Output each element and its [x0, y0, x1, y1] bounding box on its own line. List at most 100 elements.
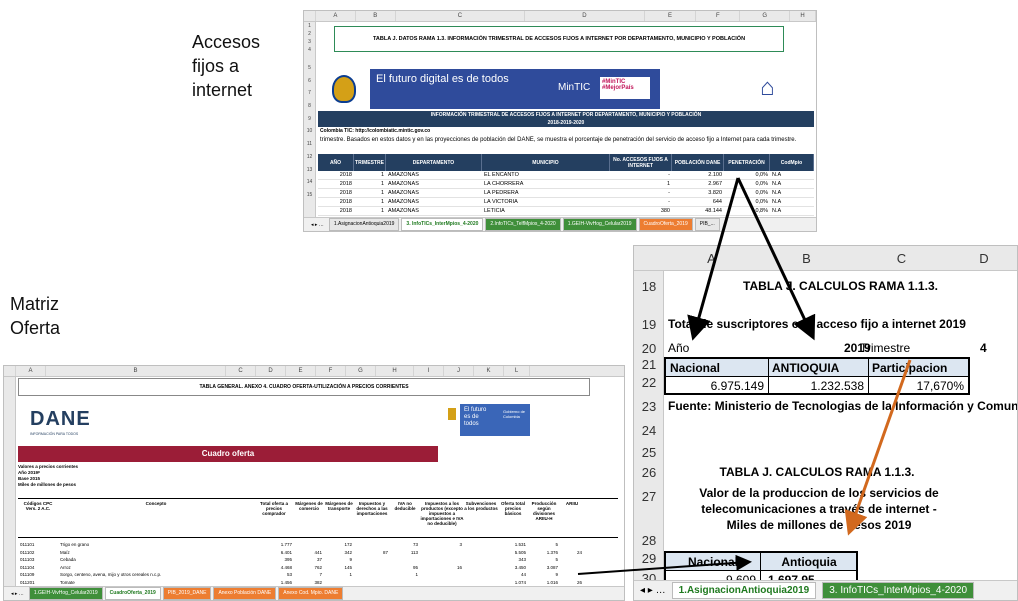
row-header[interactable]: 23: [634, 399, 664, 414]
column-K[interactable]: K: [474, 366, 504, 376]
row-header[interactable]: 10: [304, 125, 315, 138]
column-header-11[interactable]: ARIIU: [560, 501, 584, 506]
table-cell[interactable]: Cebada: [58, 556, 254, 564]
table-cell[interactable]: 1: [354, 189, 386, 197]
table-cell[interactable]: 011201: [18, 579, 58, 587]
table-cell[interactable]: 2.100: [672, 171, 724, 179]
row-header[interactable]: [304, 54, 315, 62]
sheet-tab-3[interactable]: 1.GEIH-VivHog_Celular2019: [562, 218, 637, 231]
table-cell[interactable]: 24: [560, 549, 584, 557]
column-header-2[interactable]: Total oferta a precios comprador: [254, 501, 294, 516]
column-G[interactable]: G: [740, 11, 791, 21]
table-cell[interactable]: [464, 549, 498, 557]
table-cell[interactable]: [464, 541, 498, 549]
table-cell[interactable]: [420, 571, 464, 579]
column-header-1[interactable]: TRIMESTRE: [354, 154, 386, 171]
sheet-tab-4[interactable]: CuadroOferta_2019: [638, 218, 693, 231]
table-cell[interactable]: [560, 564, 584, 572]
row-header[interactable]: 4: [304, 46, 315, 54]
table-cell[interactable]: 37: [294, 556, 324, 564]
table-cell[interactable]: [420, 549, 464, 557]
table-cell[interactable]: 48.144: [672, 207, 724, 215]
sheet-tab-0[interactable]: 1.AsignacionAntioquia2019: [328, 218, 400, 231]
table-cell[interactable]: AMAZONAS: [386, 207, 482, 215]
column-B[interactable]: B: [46, 366, 226, 376]
table-cell[interactable]: 380: [610, 207, 672, 215]
table-cell[interactable]: 1.074: [498, 579, 528, 587]
column-C[interactable]: C: [854, 251, 949, 266]
table-cell[interactable]: 2018: [318, 180, 354, 188]
table-cell[interactable]: [354, 571, 390, 579]
sheet-tab-5[interactable]: PIB_...: [694, 218, 720, 231]
table-cell[interactable]: [420, 556, 464, 564]
table-cell[interactable]: 145: [324, 564, 354, 572]
row-header[interactable]: 18: [634, 279, 664, 294]
row-header[interactable]: 24: [634, 423, 664, 438]
table-cell[interactable]: 53: [254, 571, 294, 579]
table-cell[interactable]: AMAZONAS: [386, 198, 482, 206]
table-cell[interactable]: 0,0%: [724, 189, 770, 197]
table-cell[interactable]: Trigo en grano: [58, 541, 254, 549]
column-D[interactable]: D: [525, 11, 645, 21]
column-F[interactable]: F: [696, 11, 741, 21]
table-cell[interactable]: 4.468: [254, 564, 294, 572]
row-header[interactable]: 26: [634, 465, 664, 480]
column-header-7[interactable]: CodMpio: [770, 154, 814, 171]
sheet-tab-2[interactable]: PIB_2019_DANE: [162, 587, 212, 600]
column-header-4[interactable]: No. ACCESOS FIJOS A INTERNET: [610, 154, 672, 171]
table-cell[interactable]: AMAZONAS: [386, 189, 482, 197]
row-header[interactable]: 7: [304, 87, 315, 100]
table-cell[interactable]: 95: [390, 564, 420, 572]
row-header[interactable]: 11: [304, 138, 315, 151]
row-header[interactable]: 19: [634, 317, 664, 332]
table-cell[interactable]: 2.967: [672, 180, 724, 188]
table-cell[interactable]: [420, 579, 464, 587]
column-header-0[interactable]: Códigos CPC Vers. 2 A.C.: [18, 501, 58, 511]
table-cell[interactable]: 7: [294, 571, 324, 579]
table-cell[interactable]: 3.820: [672, 189, 724, 197]
table-cell[interactable]: 5: [528, 541, 560, 549]
table-cell[interactable]: [324, 579, 354, 587]
table-cell[interactable]: N.A: [770, 189, 814, 197]
table-cell[interactable]: [354, 541, 390, 549]
table-cell[interactable]: [354, 579, 390, 587]
colombiatic-link[interactable]: Colombia TIC: http://colombiatic.mintic.…: [320, 128, 430, 134]
table-cell[interactable]: 395: [254, 556, 294, 564]
table-cell[interactable]: [390, 579, 420, 587]
sheet-tab-3[interactable]: Anexo Población DANE: [213, 587, 277, 600]
value-nacional[interactable]: 6.975.149: [666, 379, 764, 393]
table-cell[interactable]: [294, 541, 324, 549]
table-cell[interactable]: 2018: [318, 198, 354, 206]
sheet-tab-1[interactable]: CuadroOferta_2019: [104, 587, 161, 600]
table-cell[interactable]: AMAZONAS: [386, 180, 482, 188]
table-cell[interactable]: 26: [560, 579, 584, 587]
table-cell[interactable]: 644: [672, 198, 724, 206]
table-cell[interactable]: [354, 564, 390, 572]
table-cell[interactable]: Sorgo, centeno, avena, mijo y otros cere…: [58, 571, 254, 579]
row-header[interactable]: 21: [634, 357, 664, 372]
column-H[interactable]: H: [790, 11, 816, 21]
row-header[interactable]: 20: [634, 341, 664, 356]
table-cell[interactable]: 011102: [18, 549, 58, 557]
table-cell[interactable]: 1: [354, 198, 386, 206]
table-cell[interactable]: [560, 541, 584, 549]
column-header-6[interactable]: PENETRACIÓN: [724, 154, 770, 171]
table-cell[interactable]: 3: [420, 541, 464, 549]
table-cell[interactable]: 011104: [18, 564, 58, 572]
row-header[interactable]: 29: [634, 551, 664, 566]
table-cell[interactable]: 1.777: [254, 541, 294, 549]
column-header-8[interactable]: Subvenciones a los productos: [464, 501, 498, 511]
row-header[interactable]: 14: [304, 176, 315, 189]
table-cell[interactable]: 9: [528, 571, 560, 579]
nav-arrows-icon[interactable]: ◂ ▸ …: [308, 222, 327, 228]
column-header-3[interactable]: MUNICIPIO: [482, 154, 610, 171]
home-icon[interactable]: ⌂: [760, 75, 775, 101]
table-cell[interactable]: LA PEDRERA: [482, 189, 610, 197]
table-cell[interactable]: 382: [294, 579, 324, 587]
table-cell[interactable]: 011103: [18, 556, 58, 564]
table-cell[interactable]: LA VICTORIA: [482, 198, 610, 206]
table-cell[interactable]: [464, 556, 498, 564]
row-header[interactable]: 25: [634, 445, 664, 460]
sheet-tab-4[interactable]: Anexo Cod. Mpio. DANE: [278, 587, 344, 600]
table-cell[interactable]: 1: [354, 180, 386, 188]
